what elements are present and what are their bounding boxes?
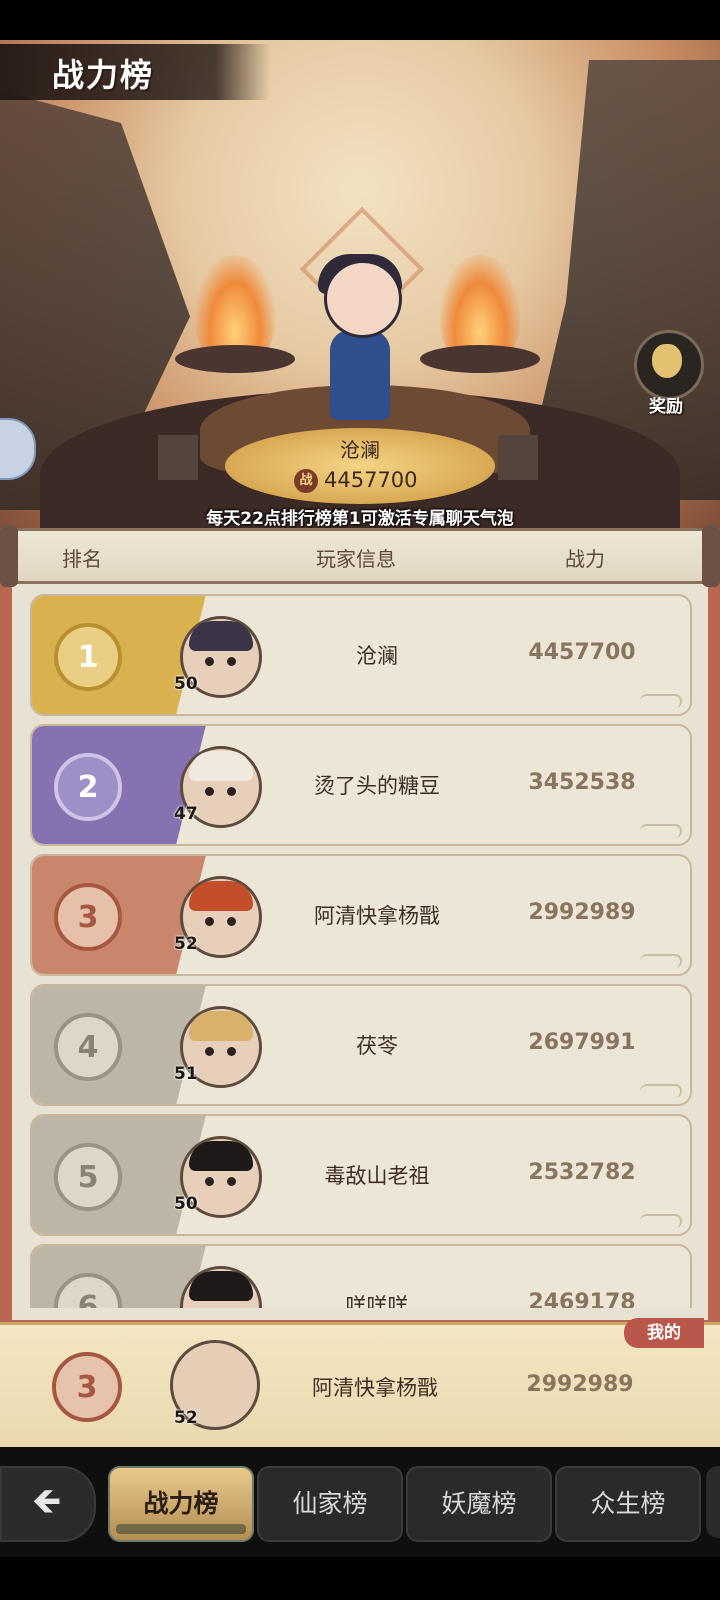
table-header: 排名 玩家信息 战力 (0, 525, 720, 587)
status-bar (0, 0, 720, 40)
player-name: 烫了头的糖豆 (314, 774, 440, 798)
ranking-list[interactable]: 1 50 沧澜 4457700 2 47 烫了头的糖豆 3452538 3 52… (0, 580, 720, 1308)
player-name: 咩咩咩 (345, 1294, 409, 1308)
player-power: 2532782 (528, 1160, 636, 1185)
my-ranking-tag: 我的 (624, 1318, 704, 1348)
ranking-row-4[interactable]: 4 51 茯苓 2697991 (30, 984, 692, 1106)
cloud-decoration (640, 1084, 682, 1098)
page-title: 战力榜 (52, 56, 155, 94)
ranking-row-3[interactable]: 3 52 阿清快拿杨戬 2992989 (30, 854, 692, 976)
tab-mortal-ranking[interactable]: 众生榜 (555, 1466, 701, 1542)
my-level: 52 (174, 1408, 198, 1428)
my-rank-medal: 3 (52, 1352, 122, 1422)
header-power: 战力 (565, 547, 605, 571)
player-level: 51 (174, 1064, 198, 1084)
cloud-decoration (640, 694, 682, 708)
money-bag-icon (652, 344, 682, 378)
tab-scroll-edge (706, 1466, 720, 1538)
tab-power-ranking[interactable]: 战力榜 (108, 1466, 254, 1542)
ranking-row-1[interactable]: 1 50 沧澜 4457700 (30, 594, 692, 716)
my-power: 2992989 (526, 1372, 634, 1397)
rank-medal: 5 (54, 1143, 122, 1211)
player-power: 2697991 (528, 1030, 636, 1055)
ranking-row-5[interactable]: 5 50 毒敌山老祖 2532782 (30, 1114, 692, 1236)
system-nav-bar (0, 1557, 720, 1600)
cloud-decoration (640, 824, 682, 838)
rank-medal: 3 (54, 883, 122, 951)
reward-label: 奖励 (649, 397, 683, 417)
player-level: 50 (174, 1194, 198, 1214)
player-name: 阿清快拿杨戬 (314, 904, 440, 928)
champion-character (300, 254, 420, 430)
cloud-decoration (640, 954, 682, 968)
ranking-row-6[interactable]: 6 咩咩咩 2469178 (30, 1244, 692, 1308)
notice-text: 每天22点排行榜第1可激活专属聊天气泡 (206, 509, 514, 529)
back-button[interactable]: 🡸 (0, 1466, 96, 1542)
player-power: 4457700 (528, 640, 636, 665)
rank-medal: 2 (54, 753, 122, 821)
power-icon: 战 (294, 469, 318, 493)
player-level: 52 (174, 934, 198, 954)
champion-power: 4457700 (324, 468, 418, 492)
player-name: 沧澜 (356, 644, 398, 668)
champion-power-row: 战 4457700 (290, 466, 440, 496)
my-name: 阿清快拿杨戬 (312, 1376, 438, 1400)
header-player-info: 玩家信息 (316, 547, 396, 571)
header-rank: 排名 (62, 547, 102, 571)
player-power: 2992989 (528, 900, 636, 925)
brazier-right (420, 345, 540, 373)
rank-medal: 1 (54, 623, 122, 691)
player-name: 毒敌山老祖 (324, 1164, 430, 1188)
tab-demon-ranking[interactable]: 妖魔榜 (406, 1466, 552, 1542)
player-power: 3452538 (528, 770, 636, 795)
back-arrow-icon: 🡸 (32, 1481, 62, 1522)
player-level: 47 (174, 804, 198, 824)
stone-lantern-left (158, 435, 198, 480)
reward-button[interactable]: 奖励 (632, 330, 704, 420)
tab-immortal-ranking[interactable]: 仙家榜 (257, 1466, 403, 1542)
brazier-left (175, 345, 295, 373)
player-name: 茯苓 (356, 1034, 398, 1058)
rank-medal: 4 (54, 1013, 122, 1081)
ranking-row-2[interactable]: 2 47 烫了头的糖豆 3452538 (30, 724, 692, 846)
player-level: 50 (174, 674, 198, 694)
cloud-decoration (640, 1214, 682, 1228)
champion-name: 沧澜 (340, 438, 380, 462)
player-power: 2469178 (528, 1290, 636, 1308)
stone-lantern-right (498, 435, 538, 480)
